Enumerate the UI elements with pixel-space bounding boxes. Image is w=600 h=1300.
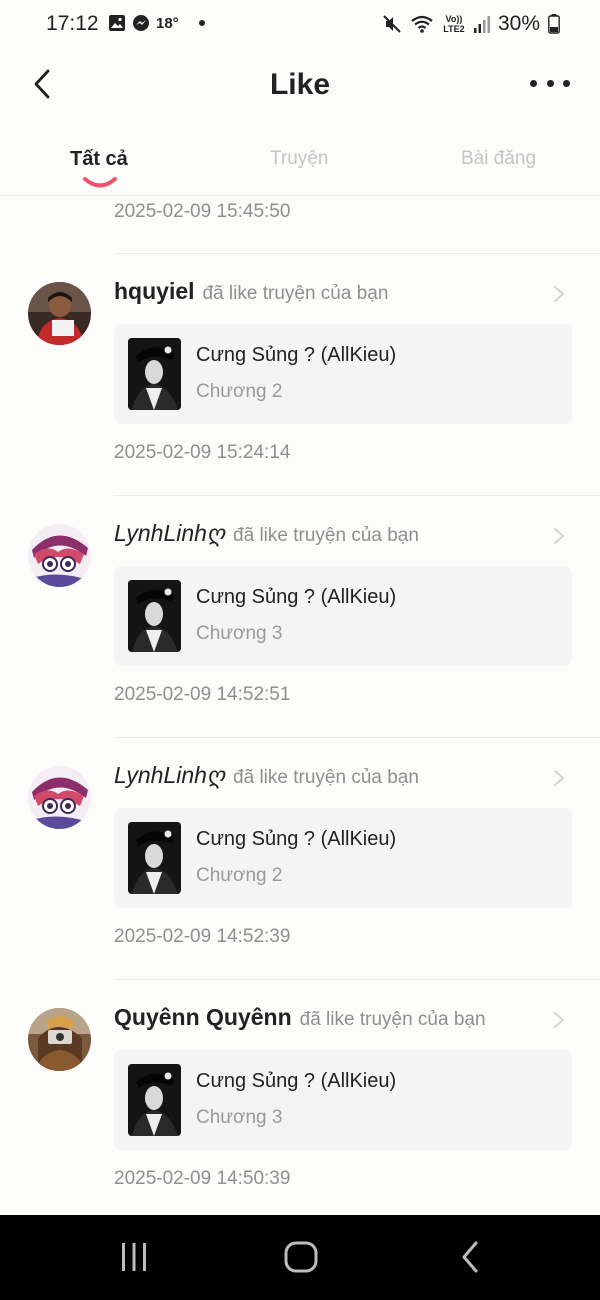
gallery-icon [109, 15, 125, 31]
system-nav-bar [0, 1215, 600, 1300]
username[interactable]: LynhLinhღ [114, 520, 225, 547]
like-summary: LynhLinhღ đã like truyện của bạn [114, 520, 534, 547]
story-cover [128, 822, 181, 894]
action-text: đã like truyện của bạn [299, 1009, 486, 1030]
like-item[interactable]: hquyiel đã like truyện của bạn Cưng Sủng… [0, 254, 600, 496]
like-item[interactable]: LynhLinhღ đã like truyện của bạn Cưng Sủ… [0, 738, 600, 980]
action-text: đã like truyện của bạn [202, 283, 389, 304]
battery-percent: 30% [497, 12, 540, 35]
system-back-button[interactable] [450, 1239, 490, 1275]
like-feed[interactable]: 2025-02-09 15:45:50 hquyiel đã like truy… [0, 197, 600, 1215]
avatar[interactable] [28, 766, 91, 829]
user-avatar-image [28, 766, 91, 829]
more-dot-icon [530, 79, 537, 87]
story-cover [128, 1064, 181, 1136]
app-header: Like [0, 50, 600, 126]
tab-posts[interactable]: Bài đăng [461, 148, 536, 170]
cover-image [128, 1064, 181, 1136]
more-options-button[interactable] [530, 76, 570, 90]
story-card[interactable]: Cưng Sủng ? (AllKieu) Chương 2 [114, 808, 572, 908]
chevron-right-icon[interactable] [552, 1010, 566, 1030]
chapter-label: Chương 3 [196, 623, 283, 644]
cover-image [128, 580, 181, 652]
status-time: 17:12 [46, 12, 99, 35]
cover-image [128, 338, 181, 410]
story-cover [128, 338, 181, 410]
timestamp: 2025-02-09 14:52:51 [114, 684, 291, 705]
signal-icon [473, 16, 490, 33]
chapter-label: Chương 2 [196, 381, 283, 402]
timestamp: 2025-02-09 15:45:50 [114, 201, 291, 222]
username[interactable]: Quyênn Quyênn [114, 1004, 292, 1031]
wifi-icon [411, 15, 433, 33]
like-item[interactable]: LynhLinhღ đã like truyện của bạn Cưng Sủ… [0, 496, 600, 738]
status-temperature: 18° [156, 14, 179, 32]
messenger-icon [133, 15, 149, 31]
status-bar: 17:12 18° Vo)) LTE2 30% [0, 0, 600, 50]
page-title: Like [269, 68, 331, 101]
timestamp: 2025-02-09 15:24:14 [114, 442, 291, 463]
like-summary: hquyiel đã like truyện của bạn [114, 278, 534, 305]
battery-icon [548, 14, 560, 34]
action-text: đã like truyện của bạn [233, 525, 419, 546]
story-cover [128, 580, 181, 652]
like-item[interactable]: Quyênn Quyênn đã like truyện của bạn Cưn… [0, 980, 600, 1215]
timestamp: 2025-02-09 14:52:39 [114, 926, 291, 947]
story-card[interactable]: Cưng Sủng ? (AllKieu) Chương 3 [114, 566, 572, 666]
recent-apps-button[interactable] [114, 1239, 154, 1275]
tab-stories[interactable]: Truyện [270, 148, 328, 170]
chapter-label: Chương 3 [196, 1107, 283, 1128]
status-right-icons: Vo)) LTE2 30% [382, 12, 560, 36]
more-dot-icon [563, 79, 570, 87]
like-summary: Quyênn Quyênn đã like truyện của bạn [114, 1004, 534, 1031]
home-button[interactable] [281, 1239, 321, 1275]
username[interactable]: LynhLinhღ [114, 762, 225, 789]
system-back-icon [462, 1241, 478, 1273]
more-dot-icon [546, 79, 554, 87]
story-title: Cưng Sủng ? (AllKieu) [196, 828, 397, 850]
home-icon [284, 1241, 318, 1273]
user-avatar-image [28, 524, 91, 587]
username[interactable]: hquyiel [114, 278, 195, 305]
chapter-label: Chương 2 [196, 865, 283, 886]
story-card[interactable]: Cưng Sủng ? (AllKieu) Chương 2 [114, 324, 572, 424]
avatar[interactable] [28, 282, 91, 345]
chevron-right-icon[interactable] [552, 526, 566, 546]
status-left-icons: 18° [108, 14, 205, 32]
like-summary: LynhLinhღ đã like truyện của bạn [114, 762, 534, 789]
avatar[interactable] [28, 1008, 91, 1071]
notification-dot-icon [198, 20, 205, 26]
active-tab-indicator [83, 177, 117, 188]
timestamp: 2025-02-09 14:50:39 [114, 1168, 291, 1189]
story-title: Cưng Sủng ? (AllKieu) [196, 344, 397, 366]
cover-image [128, 822, 181, 894]
chevron-right-icon[interactable] [552, 284, 566, 304]
story-title: Cưng Sủng ? (AllKieu) [196, 1070, 397, 1092]
filter-tabs: Tất cả Truyện Bài đăng [0, 128, 600, 196]
user-avatar-image [28, 1008, 91, 1071]
network-label: Vo)) LTE2 [443, 14, 465, 34]
story-card[interactable]: Cưng Sủng ? (AllKieu) Chương 3 [114, 1050, 572, 1150]
action-text: đã like truyện của bạn [233, 767, 419, 788]
story-title: Cưng Sủng ? (AllKieu) [196, 586, 397, 608]
user-avatar-image [28, 282, 91, 345]
tab-all[interactable]: Tất cả [70, 148, 128, 171]
chevron-right-icon[interactable] [552, 768, 566, 788]
mute-icon [383, 15, 401, 33]
recent-apps-icon [122, 1243, 146, 1271]
avatar[interactable] [28, 524, 91, 587]
